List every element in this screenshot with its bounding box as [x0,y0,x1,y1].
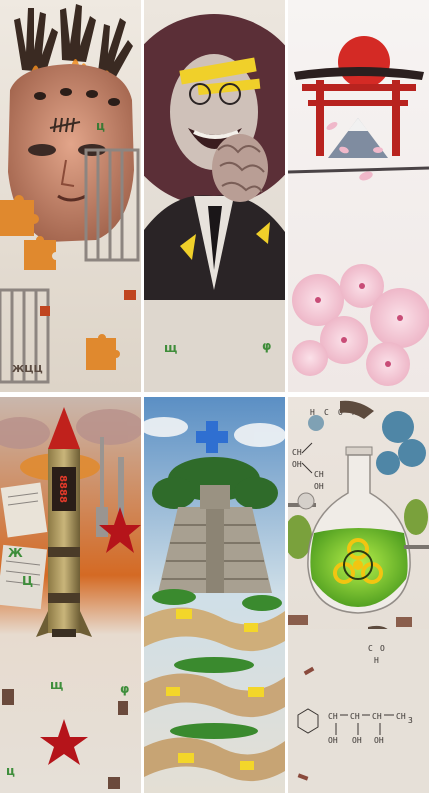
formula-text: CH [396,712,406,721]
scattered-letter: φ [120,682,129,696]
biohazard-flask-artwork: H C O H CH OH CH OH [288,397,429,793]
laughing-man-artwork: щ φ [144,0,285,392]
formula-text: 3 [408,716,413,725]
panel-laughing-man: щ φ [144,0,285,392]
scattered-letter: ц [6,764,15,778]
tally-text: ЖЦЦ [12,364,43,375]
scattered-letter: φ [262,339,271,353]
formula-text: CH [350,712,360,721]
torii-sakura-artwork [288,0,429,392]
formula-text: OH [314,482,324,491]
formula-text: OH [352,736,362,745]
brain-illustration [212,134,268,202]
soviet-rocket-artwork: 8888 Ж Ц щ φ ц [0,397,141,793]
panel-biohazard-flask: H C O H CH OH CH OH [288,397,429,793]
rocket-display: 8888 [57,475,68,503]
collage-grid: ц ЖЦЦ щ φ 8888 Ж Ц щ φ ц H C CH OH CH OH… [0,0,429,793]
formula-text: O [380,644,385,653]
panel-fractured-head: ц ЖЦЦ [0,0,141,392]
mayan-pyramid-artwork [144,397,285,793]
formula-text: OH [328,736,338,745]
formula-text: CH [372,712,382,721]
fractured-head-artwork: ц ЖЦЦ [0,0,141,392]
scattered-letter: щ [50,678,63,692]
scattered-letter: щ [164,341,177,355]
formula-text: H [374,656,379,665]
serpent-coils [144,607,285,782]
rising-sun [338,36,390,88]
formula-text: OH [374,736,384,745]
panel-torii-sakura [288,0,429,392]
formula-text: CH [314,470,324,479]
formula-text: C [368,644,373,653]
scattered-letter: Ц [22,574,33,588]
formula-text: OH [292,460,302,469]
formula-text: CH [292,448,302,457]
panel-soviet-rocket: 8888 Ж Ц щ φ ц [0,397,141,793]
scattered-letter: Ж [8,546,23,560]
panel-mayan-pyramid [144,397,285,793]
formula-text: C [324,408,329,417]
formula-text: CH [328,712,338,721]
scattered-letter: ц [96,119,105,133]
